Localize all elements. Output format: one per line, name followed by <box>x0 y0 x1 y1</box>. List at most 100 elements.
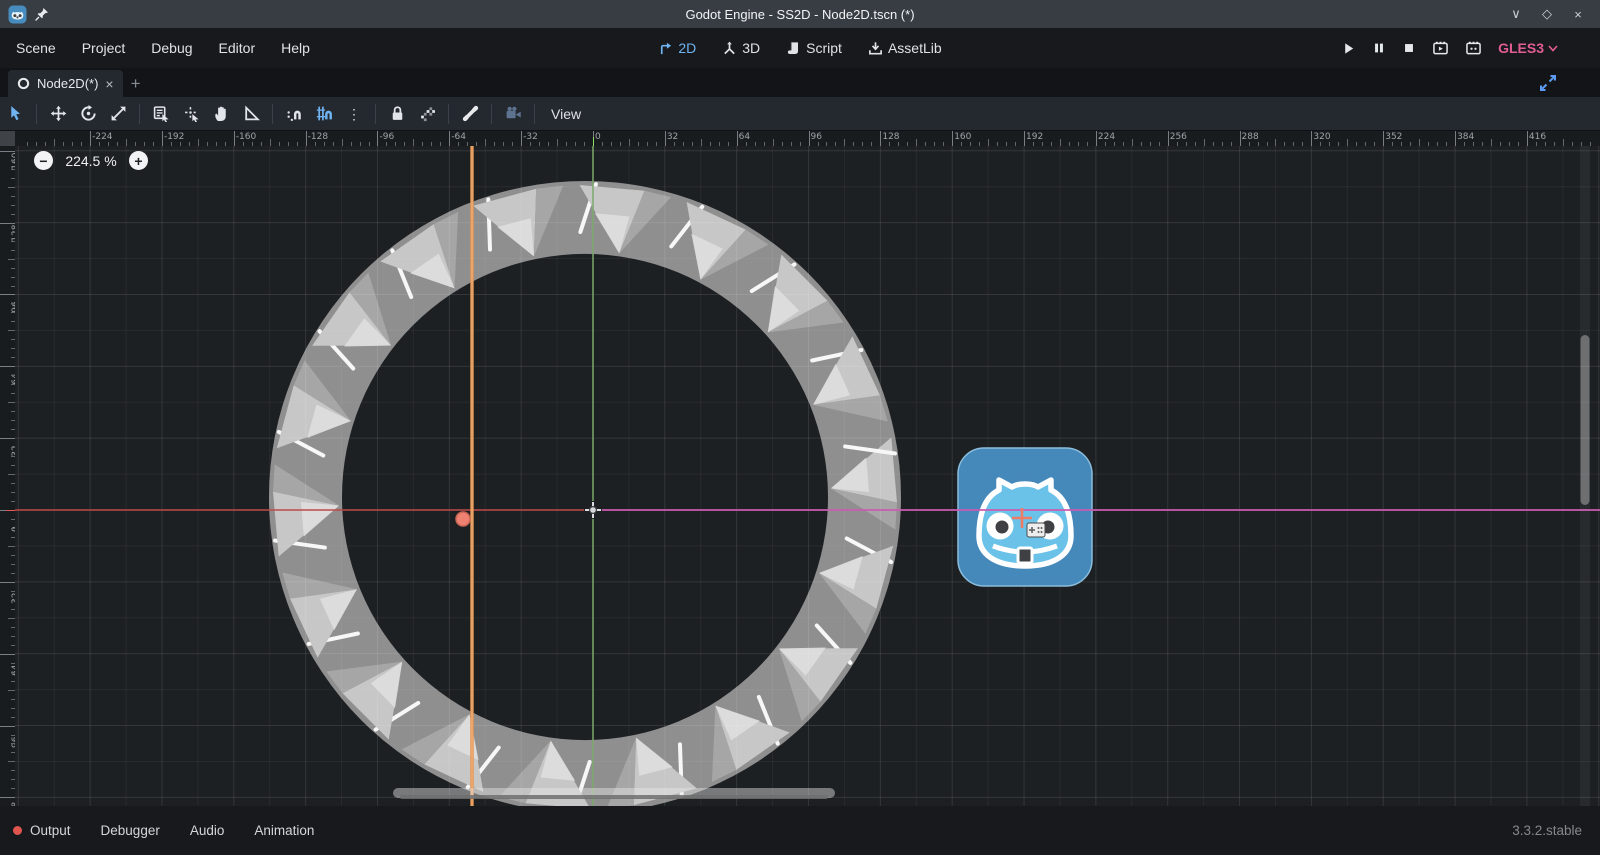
ruler-tick <box>1527 131 1528 146</box>
ruler-tick <box>701 139 702 146</box>
video-driver-select[interactable]: GLES3 <box>1498 40 1558 56</box>
zoom-in-button[interactable]: + <box>129 151 148 170</box>
ruler-horizontal[interactable]: -224-192-160-128-96-64-32032649612816019… <box>15 131 1600 146</box>
ruler-origin-mark <box>593 137 594 146</box>
3d-icon <box>722 41 737 56</box>
ruler-tick <box>234 131 235 146</box>
panel-tab-output[interactable]: Output <box>30 823 71 838</box>
pan-tool-button[interactable] <box>206 100 236 128</box>
expand-icon <box>1538 73 1558 93</box>
pin-icon[interactable] <box>35 7 49 21</box>
ruler-tick <box>8 402 15 403</box>
ruler-tick <box>0 366 15 367</box>
ruler-tick <box>773 139 774 146</box>
ruler-label: -128 <box>308 132 328 142</box>
ruler-label: -160 <box>236 132 256 142</box>
vertical-scrollbar-handle[interactable] <box>1581 335 1590 505</box>
grid-snap-toggle[interactable] <box>309 100 339 128</box>
ruler-label: -64 <box>451 132 466 142</box>
ruler-tick <box>413 139 414 146</box>
move-tool-button[interactable] <box>43 100 73 128</box>
lock-button[interactable] <box>382 100 412 128</box>
close-icon[interactable]: × <box>1570 7 1586 22</box>
scale-tool-button[interactable] <box>103 100 133 128</box>
panel-tab-debugger[interactable]: Debugger <box>101 823 160 838</box>
distraction-free-mode-button[interactable] <box>1538 73 1558 93</box>
bottom-panel-bar: Output Debugger Audio Animation 3.3.2.st… <box>0 806 1600 855</box>
list-select-tool-button[interactable] <box>146 100 176 128</box>
canvas-2d[interactable]: − 224.5 % + <box>15 146 1600 806</box>
ruler-tick <box>1204 139 1205 146</box>
editor-switch-2d[interactable]: 2D <box>658 40 696 56</box>
pause-button[interactable] <box>1372 41 1386 55</box>
ruler-corner <box>0 131 15 146</box>
zoom-controls: − 224.5 % + <box>34 151 148 170</box>
ruler-tick <box>198 139 199 146</box>
ruler-label: 224 <box>1098 132 1115 142</box>
ruler-vertical[interactable]: -160-128-96-64-320326496128 <box>0 146 15 806</box>
ruler-tick <box>126 139 127 146</box>
ruler-tool-button[interactable] <box>236 100 266 128</box>
scene-tabbar: Node2D(*) × + <box>0 68 1600 97</box>
ruler-tick <box>880 131 881 146</box>
ruler-tick <box>809 131 810 146</box>
ruler-label: -224 <box>92 132 112 142</box>
ruler-tick <box>0 654 15 655</box>
ruler-label: 128 <box>882 132 899 142</box>
assetlib-icon <box>868 41 883 56</box>
ruler-label: 160 <box>954 132 971 142</box>
ruler-origin-mark <box>6 510 15 511</box>
editor-switch-script[interactable]: Script <box>786 40 842 56</box>
menubar: Scene Project Debug Editor Help 2D 3D Sc… <box>0 28 1600 68</box>
node2d-icon <box>17 77 30 90</box>
ruler-tick <box>988 139 989 146</box>
play-button[interactable] <box>1341 41 1356 56</box>
pivot-tool-button[interactable] <box>176 100 206 128</box>
smart-snap-toggle[interactable] <box>279 100 309 128</box>
ruler-tick <box>557 139 558 146</box>
ruler-tick <box>8 546 15 547</box>
zoom-percent-label[interactable]: 224.5 % <box>62 153 120 169</box>
bone-button[interactable] <box>455 100 485 128</box>
ruler-label: 416 <box>1529 132 1546 142</box>
ruler-tick <box>916 139 917 146</box>
ruler-label: 288 <box>1242 132 1259 142</box>
ruler-label: 32 <box>667 132 678 142</box>
snap-options-button[interactable]: ⋮ <box>339 100 369 128</box>
new-scene-tab-button[interactable]: + <box>123 70 149 97</box>
point-marker-dot[interactable] <box>456 512 470 526</box>
ruler-tick <box>0 797 15 798</box>
ruler-tick <box>1491 139 1492 146</box>
ruler-tick <box>449 131 450 146</box>
minimize-icon[interactable]: ∨ <box>1508 6 1524 22</box>
camera-override-button[interactable] <box>498 100 528 128</box>
editor-switch-assetlib[interactable]: AssetLib <box>868 40 942 56</box>
ruler-tick <box>737 131 738 146</box>
view-menu-button[interactable]: View <box>541 106 591 122</box>
maximize-icon[interactable]: ◇ <box>1539 6 1555 22</box>
viewport-workspace: -224-192-160-128-96-64-32032649612816019… <box>0 131 1600 806</box>
play-custom-scene-button[interactable] <box>1465 41 1482 56</box>
origin-marker[interactable] <box>584 501 602 519</box>
play-scene-button[interactable] <box>1432 41 1449 56</box>
ruler-tick <box>1563 139 1564 146</box>
scene-tab-node2d[interactable]: Node2D(*) × <box>8 70 123 97</box>
panel-tab-audio[interactable]: Audio <box>190 823 225 838</box>
ruler-tick <box>306 131 307 146</box>
zoom-out-button[interactable]: − <box>34 151 53 170</box>
ruler-tick <box>1024 131 1025 146</box>
ring-shape[interactable] <box>269 181 901 806</box>
ruler-tick <box>0 582 15 583</box>
stop-button[interactable] <box>1402 41 1416 55</box>
ruler-tick <box>162 131 163 146</box>
rotate-tool-button[interactable] <box>73 100 103 128</box>
group-button[interactable] <box>412 100 442 128</box>
tab-close-icon[interactable]: × <box>105 76 113 92</box>
ruler-tick <box>1168 131 1169 146</box>
editor-switch-3d[interactable]: 3D <box>722 40 760 56</box>
panel-tab-animation[interactable]: Animation <box>254 823 314 838</box>
window-title: Godot Engine - SS2D - Node2D.tscn (*) <box>0 7 1600 22</box>
ruler-tick <box>342 139 343 146</box>
ruler-tick <box>8 761 15 762</box>
select-tool-button[interactable] <box>0 100 30 128</box>
